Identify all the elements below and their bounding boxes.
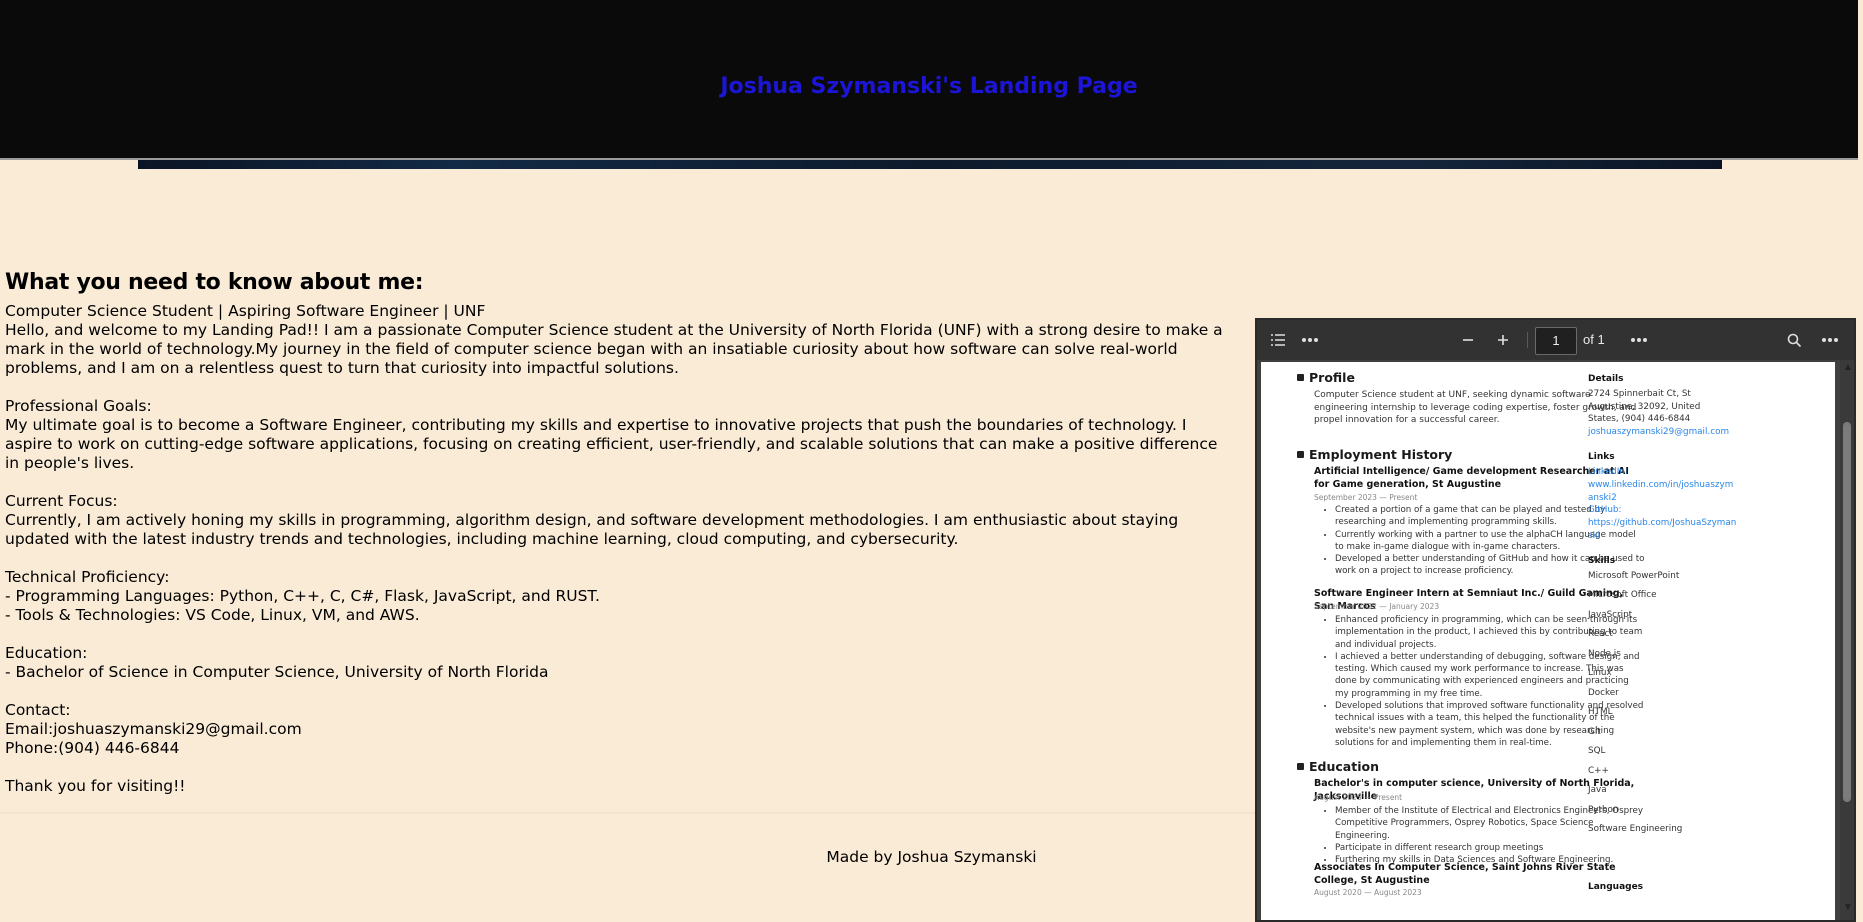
scroll-down-icon[interactable]: ▼: [1843, 902, 1853, 913]
skill-item: C++: [1588, 766, 1609, 776]
skill-item: Docker: [1588, 688, 1619, 698]
skill-item: Git: [1588, 727, 1601, 737]
toolbar-separator: [1527, 332, 1528, 348]
education-heading: Education: [1297, 759, 1379, 774]
person-icon: [1297, 374, 1304, 381]
profile-heading: Profile: [1297, 370, 1355, 385]
more-icon[interactable]: [1626, 320, 1652, 360]
employment-heading: Employment History: [1297, 447, 1452, 462]
skill-item: Python: [1588, 805, 1619, 815]
skill-item: HTML: [1588, 707, 1613, 717]
outline-icon[interactable]: [1265, 320, 1291, 360]
skill-item: JavaScript: [1588, 610, 1633, 620]
page-title: Joshua Szymanski's Landing Page: [720, 74, 1138, 99]
page-number-input[interactable]: 1: [1535, 327, 1577, 355]
about-heading: What you need to know about me:: [5, 270, 424, 295]
goals-label: Professional Goals:: [5, 397, 152, 415]
skill-item: Linux: [1588, 668, 1612, 678]
education-text: - Bachelor of Science in Computer Scienc…: [5, 663, 549, 681]
banner-image-strip: [138, 160, 1722, 169]
education-label: Education:: [5, 644, 88, 662]
site-header: Joshua Szymanski's Landing Page: [0, 0, 1858, 160]
zoom-out-icon[interactable]: [1455, 320, 1481, 360]
about-intro: Hello, and welcome to my Landing Pad!! I…: [5, 321, 1228, 377]
linkedin-label[interactable]: LinkedIn:: [1588, 466, 1738, 479]
more-icon[interactable]: [1297, 320, 1323, 360]
zoom-in-icon[interactable]: [1490, 320, 1516, 360]
focus-text: Currently, I am actively honing my skill…: [5, 511, 1184, 548]
tech-label: Technical Proficiency:: [5, 568, 170, 586]
scrollbar-thumb[interactable]: [1843, 422, 1851, 802]
skills-heading: Skills: [1588, 556, 1616, 566]
footer-divider: [0, 812, 1256, 814]
skill-item: Microsoft Office: [1588, 590, 1657, 600]
contact-email: Email:joshuaszymanski29@gmail.com: [5, 720, 302, 738]
skill-item: Microsoft PowerPoint: [1588, 571, 1680, 581]
resume-pdf-viewer[interactable]: 1 of 1 Profile Computer Science student …: [1255, 318, 1856, 922]
search-icon[interactable]: [1781, 320, 1807, 360]
education-heading-label: Education: [1309, 759, 1379, 774]
scroll-up-icon[interactable]: ▲: [1843, 362, 1853, 373]
focus-label: Current Focus:: [5, 492, 118, 510]
skill-item: Node.js: [1588, 649, 1621, 659]
job-dates: September 2022 — January 2023: [1314, 602, 1440, 611]
details-address: 2724 Spinnerbait Ct, St Augustine, 32092…: [1588, 389, 1701, 424]
about-subtitle: Computer Science Student | Aspiring Soft…: [5, 302, 486, 320]
github-label[interactable]: GitHub:: [1588, 504, 1738, 517]
details-heading: Details: [1588, 374, 1624, 384]
pdf-toolbar: 1 of 1: [1257, 320, 1854, 360]
about-section: What you need to know about me: Computer…: [5, 270, 1225, 796]
employment-heading-label: Employment History: [1309, 447, 1453, 462]
job-dates: September 2023 — Present: [1314, 493, 1418, 502]
skill-item: React: [1588, 629, 1613, 639]
skill-item: Software Engineering: [1588, 824, 1683, 834]
details-email-link[interactable]: joshuaszymanski29@gmail.com: [1588, 426, 1738, 439]
linkedin-link[interactable]: www.linkedin.com/in/joshuaszymanski2: [1588, 479, 1738, 504]
more-icon[interactable]: [1817, 320, 1843, 360]
skill-item: SQL: [1588, 746, 1606, 756]
goals-text: My ultimate goal is to become a Software…: [5, 416, 1223, 472]
briefcase-icon: [1297, 451, 1304, 458]
page-count: of 1: [1583, 332, 1605, 347]
pdf-scrollbar[interactable]: ▲ ▼: [1840, 360, 1854, 920]
contact-phone: Phone:(904) 446-6844: [5, 739, 180, 757]
profile-heading-label: Profile: [1309, 370, 1355, 385]
school-dates: August 2023 — Present: [1314, 793, 1403, 802]
github-link[interactable]: https://github.com/JoshuaSzymanski: [1588, 517, 1738, 542]
pdf-page: Profile Computer Science student at UNF,…: [1261, 362, 1835, 920]
school-dates: August 2020 — August 2023: [1314, 888, 1422, 897]
links-heading: Links: [1588, 452, 1615, 462]
skill-item: Java: [1588, 785, 1607, 795]
tech-languages: - Programming Languages: Python, C++, C,…: [5, 587, 600, 605]
tech-tools: - Tools & Technologies: VS Code, Linux, …: [5, 606, 420, 624]
graduation-cap-icon: [1297, 763, 1304, 770]
contact-label: Contact:: [5, 701, 71, 719]
languages-heading: Languages: [1588, 882, 1644, 892]
list-item: Participate in different research group …: [1335, 842, 1645, 854]
thanks-text: Thank you for visiting!!: [5, 777, 186, 795]
